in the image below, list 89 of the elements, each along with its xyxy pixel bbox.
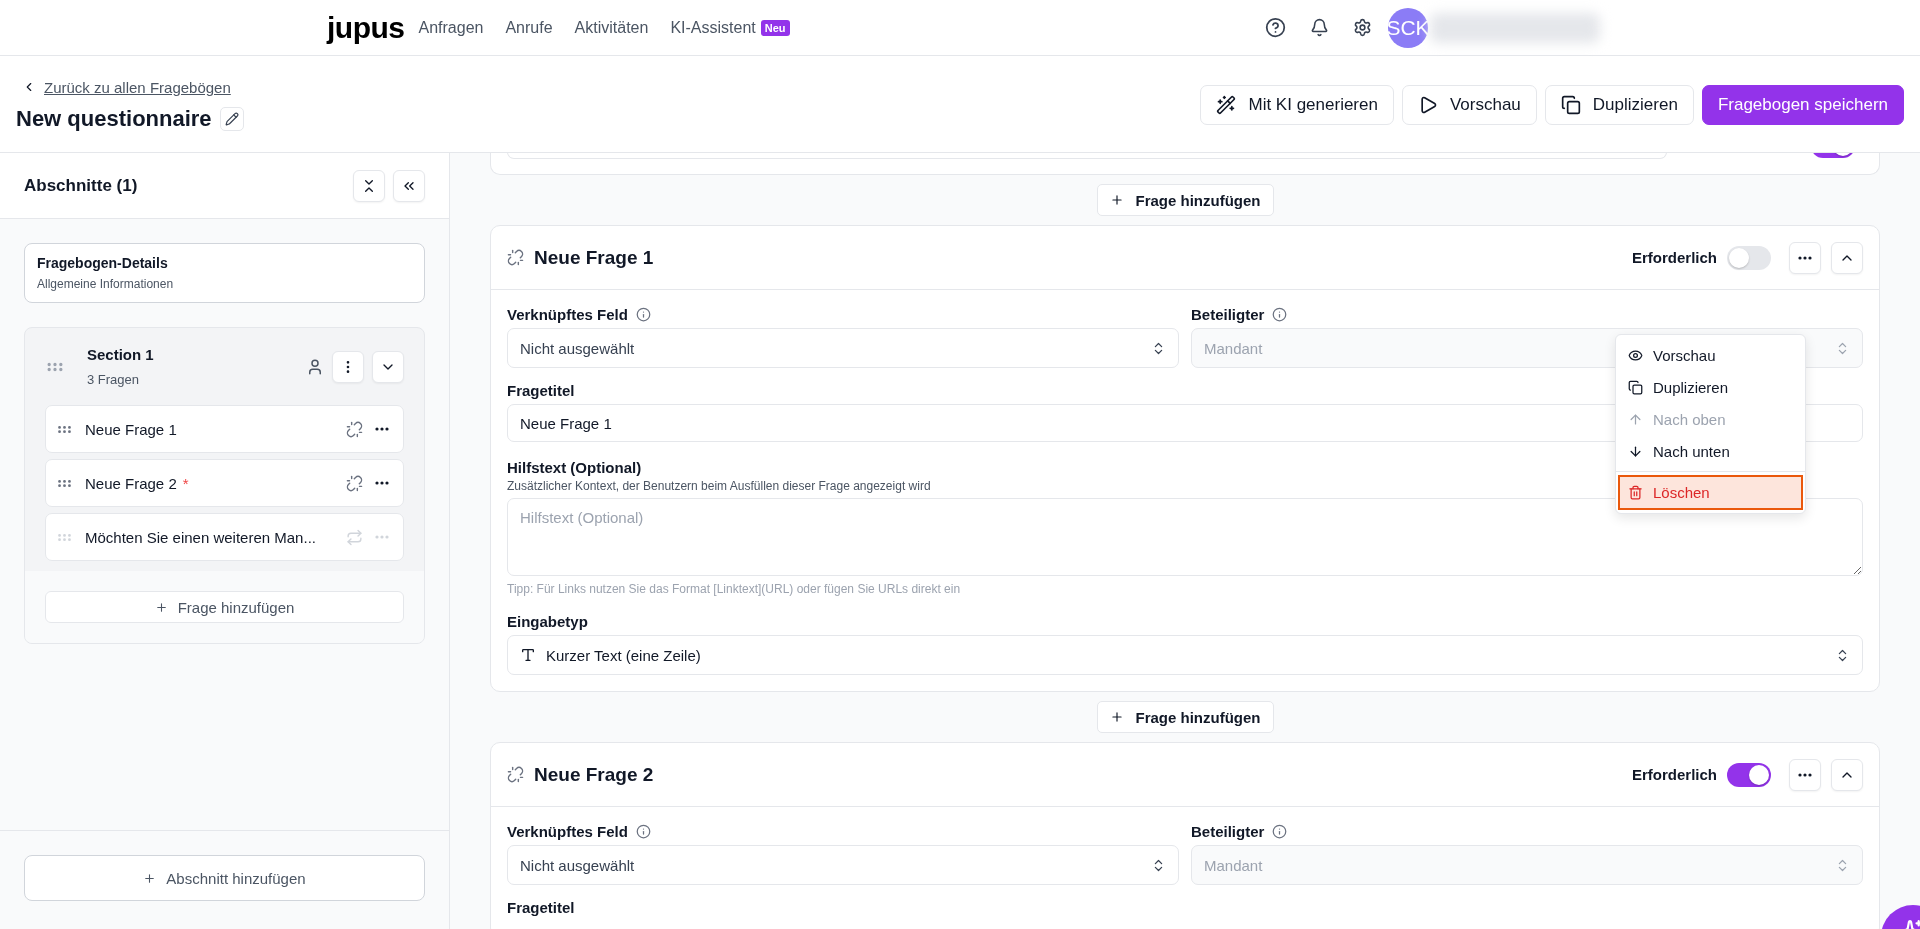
field-label: Verknüpftes Feld <box>507 306 628 323</box>
field-label: Beteiligter <box>1191 306 1265 323</box>
hide-sidebar-button[interactable] <box>393 169 425 202</box>
expand-button[interactable] <box>372 350 404 383</box>
settings-icon <box>1353 18 1372 37</box>
repeat-icon <box>346 528 363 546</box>
page-title: New questionnaire <box>16 105 212 132</box>
menu-item[interactable]: Duplizieren <box>1618 371 1803 403</box>
text-type-icon <box>520 647 536 663</box>
help-text-area[interactable]: Hilfstext (Optional) <box>507 498 1863 576</box>
plus-icon <box>143 871 157 885</box>
field-label: Beteiligter <box>1191 823 1265 840</box>
section-title: Section 1 <box>87 346 154 363</box>
required-label: Erforderlich <box>1631 249 1717 266</box>
input-type-select[interactable]: Kurzer Text (eine Zeile) <box>507 635 1863 675</box>
question-title: Neue Frage 1 <box>534 246 654 269</box>
bell-icon <box>1310 18 1329 37</box>
unlink-icon <box>346 420 363 438</box>
info-icon <box>1272 824 1288 839</box>
question-item[interactable]: Neue Frage 2 * <box>45 459 404 507</box>
required-toggle[interactable] <box>1727 762 1771 787</box>
required-label: Erforderlich <box>1631 766 1717 783</box>
field-label: Verknüpftes Feld <box>507 823 628 840</box>
nav-link[interactable]: KI-Assistent Neu <box>670 18 790 37</box>
linked-field-select[interactable]: Nicht ausgewählt <box>507 328 1179 368</box>
unlink-icon <box>507 249 524 266</box>
info-icon <box>1272 307 1288 322</box>
question-count: 3 Fragen <box>87 372 141 387</box>
details-title: Fragebogen-Details <box>37 255 169 271</box>
action-button[interactable]: Mit KI generieren <box>1200 85 1394 125</box>
question-item[interactable]: Neue Frage 1 <box>45 405 404 453</box>
collapse-button[interactable] <box>1831 241 1863 274</box>
plus-icon <box>1109 710 1124 724</box>
required-toggle[interactable] <box>1727 245 1771 270</box>
field-label: Hilfstext (Optional) <box>507 459 642 476</box>
edit-title-button[interactable] <box>219 106 244 131</box>
magic-wand-icon <box>1216 95 1237 115</box>
question-label: Neue Frage 2 * <box>85 474 189 492</box>
settings-button[interactable] <box>1353 18 1372 37</box>
notifications-button[interactable] <box>1310 18 1329 37</box>
user-icon <box>306 357 324 376</box>
nav-link[interactable]: Anrufe <box>505 18 553 37</box>
details-card[interactable]: Fragebogen-Details Allgemeine Informationen <box>24 243 425 303</box>
more-icon <box>1798 255 1812 260</box>
menu-item[interactable]: Löschen <box>1618 475 1803 510</box>
help-icon <box>1265 17 1286 38</box>
copy-icon <box>1560 95 1581 115</box>
linked-field-select[interactable]: Nicht ausgewählt <box>507 845 1179 885</box>
info-icon <box>635 824 651 839</box>
eye-icon <box>1628 347 1643 363</box>
question-label: Neue Frage 1 <box>85 420 177 438</box>
details-subtitle: Allgemeine Informationen <box>37 277 175 291</box>
menu-item[interactable]: Vorschau <box>1618 339 1803 371</box>
arrow-down-icon <box>1628 443 1643 459</box>
field-description: Zusätzlicher Kontext, der Benutzern beim Ausfüllen dieser Frage angezeigt wird <box>507 479 931 493</box>
unlink-icon <box>507 766 524 783</box>
more-button[interactable] <box>1789 758 1821 791</box>
plus-icon <box>1109 193 1124 207</box>
add-section-button[interactable]: Abschnitt hinzufügen <box>24 855 425 901</box>
plus-icon <box>154 600 168 614</box>
field-label: Fragetitel <box>507 899 575 916</box>
save-button[interactable]: Fragebogen speichern <box>1701 85 1904 125</box>
new-badge: Neu <box>760 19 790 36</box>
question-label: Möchten Sie einen weiteren Man... <box>85 528 316 546</box>
trash-icon <box>1628 485 1643 500</box>
add-question-button[interactable]: Frage hinzufügen <box>45 591 404 623</box>
question-title: Neue Frage 2 <box>534 763 654 786</box>
action-button[interactable]: Vorschau <box>1401 85 1537 125</box>
action-button[interactable]: Duplizieren <box>1544 85 1694 125</box>
tip-text: Tipp: Für Links nutzen Sie das Format [Linktext](URL) oder fügen Sie URLs direkt ein <box>507 582 962 596</box>
field-label: Fragetitel <box>507 382 575 399</box>
nav-link[interactable]: Anfragen <box>418 18 484 37</box>
more-icon <box>1798 772 1812 777</box>
unlink-icon <box>346 474 363 492</box>
pencil-icon <box>224 111 239 126</box>
logo: jupus <box>327 10 405 45</box>
more-button[interactable] <box>1789 241 1821 274</box>
info-icon <box>635 307 651 322</box>
back-link[interactable]: Zurück zu allen Fragebögen <box>44 78 231 96</box>
sidebar-title: Abschnitte (1) <box>24 175 138 196</box>
add-question-button[interactable]: Frage hinzufügen <box>1096 184 1274 216</box>
nav-link[interactable]: Aktivitäten <box>574 18 649 37</box>
add-question-button[interactable]: Frage hinzufügen <box>1096 701 1274 733</box>
collapse-all-button[interactable] <box>353 169 385 202</box>
required-asterisk: * <box>182 474 189 492</box>
collapse-button[interactable] <box>1831 758 1863 791</box>
help-button[interactable] <box>1265 17 1286 38</box>
field-label: Eingabetyp <box>507 613 588 630</box>
copy-icon <box>1628 379 1643 395</box>
